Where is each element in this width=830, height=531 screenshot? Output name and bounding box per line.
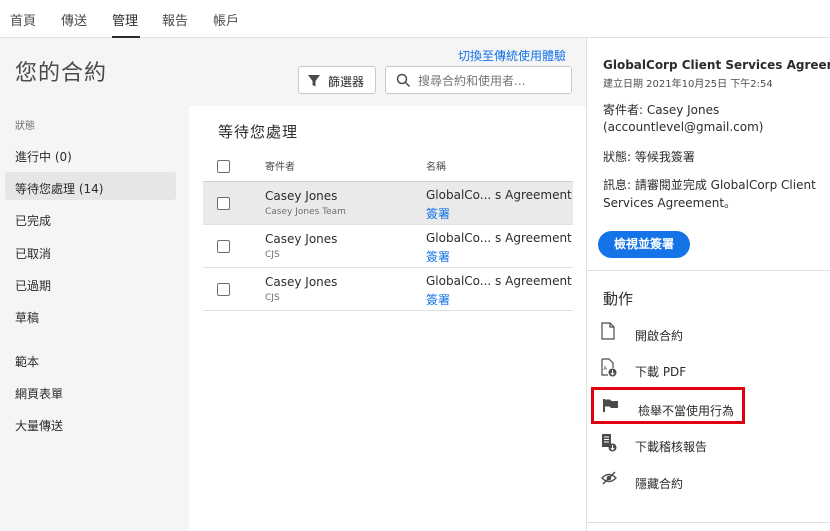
filter-button[interactable]: 篩選器: [298, 66, 376, 94]
column-header-sender: 寄件者: [265, 162, 295, 173]
row-agreement-name: GlobalCo... s Agreement: [426, 188, 572, 202]
row-sign-link[interactable]: 簽署: [426, 248, 450, 265]
row-sender-team: Casey Jones Team: [265, 207, 346, 217]
action-label: 下載稽核報告: [635, 440, 708, 454]
search-input[interactable]: [418, 72, 568, 90]
row-sign-link[interactable]: 簽署: [426, 291, 450, 308]
detail-divider: [586, 270, 830, 271]
created-date: 建立日期 2021年10月25日 下午2:54: [603, 79, 773, 90]
top-navigation: 首頁 傳送 管理 報告 帳戶: [0, 0, 830, 38]
switch-classic-link[interactable]: 切換至傳統使用體驗: [458, 47, 566, 64]
row-sender-team: CJS: [265, 293, 280, 303]
panel-bottom-divider: [586, 522, 830, 523]
tab-home[interactable]: 首頁: [10, 10, 36, 29]
sender-email: (accountlevel@gmail.com): [603, 120, 764, 134]
filter-icon: [308, 75, 320, 87]
page-title: 您的合約: [15, 61, 108, 86]
search-box[interactable]: [385, 66, 572, 94]
hide-eye-icon: [601, 471, 617, 485]
sidebar-item-mega-sign[interactable]: 大量傳送: [15, 417, 63, 434]
row-checkbox[interactable]: [217, 283, 230, 296]
list-title: 等待您處理: [218, 123, 299, 141]
highlight-box: [591, 387, 745, 424]
action-label: 開啟合約: [635, 329, 684, 343]
sidebar-item-canceled[interactable]: 已取消: [15, 245, 51, 262]
tab-send[interactable]: 傳送: [61, 10, 87, 29]
row-sender: Casey Jones: [265, 275, 338, 289]
view-and-sign-button[interactable]: 檢視並簽署: [598, 231, 690, 258]
status-heading: 狀態: [15, 121, 35, 132]
row-sender-team: CJS: [265, 250, 280, 260]
select-all-checkbox[interactable]: [217, 160, 230, 173]
table-row[interactable]: Casey Jones Casey Jones Team GlobalCo...…: [203, 182, 573, 225]
status-text: 狀態: 等候我簽署: [603, 150, 695, 164]
sidebar-item-expired[interactable]: 已過期: [15, 277, 51, 294]
sidebar-item-drafts[interactable]: 草稿: [15, 309, 39, 326]
row-agreement-name: GlobalCo... s Agreement: [426, 231, 572, 245]
svg-text:A: A: [604, 366, 608, 372]
filter-label: 篩選器: [328, 75, 365, 89]
sidebar-item-in-progress[interactable]: 進行中 (0): [15, 148, 72, 165]
tab-manage[interactable]: 管理: [112, 10, 138, 29]
row-checkbox[interactable]: [217, 240, 230, 253]
sidebar-item-web-forms[interactable]: 網頁表單: [15, 385, 63, 402]
message-line-1: 訊息: 請審閱並完成 GlobalCorp Client: [603, 178, 816, 192]
download-pdf-icon: A: [601, 358, 617, 377]
audit-report-icon: [602, 434, 617, 452]
sidebar-item-completed[interactable]: 已完成: [15, 212, 51, 229]
sidebar-item-waiting-for-you[interactable]: 等待您處理 (14): [15, 180, 103, 197]
sender-info: 寄件者: Casey Jones: [603, 103, 720, 117]
table-row[interactable]: Casey Jones CJS GlobalCo... s Agreement …: [203, 225, 573, 268]
action-label: 下載 PDF: [635, 365, 687, 379]
action-label: 隱藏合約: [635, 477, 684, 491]
table-row[interactable]: Casey Jones CJS GlobalCo... s Agreement …: [203, 268, 573, 311]
row-sender: Casey Jones: [265, 189, 338, 203]
agreement-list-panel: [189, 106, 586, 531]
agreement-title: GlobalCorp Client Services Agreement: [603, 58, 830, 72]
message-line-2: Services Agreement。: [603, 196, 737, 210]
row-agreement-name: GlobalCo... s Agreement: [426, 274, 572, 288]
actions-heading: 動作: [603, 290, 634, 308]
row-sign-link[interactable]: 簽署: [426, 205, 450, 222]
row-sender: Casey Jones: [265, 232, 338, 246]
tab-reports[interactable]: 報告: [162, 10, 188, 29]
column-header-name: 名稱: [426, 162, 446, 173]
row-checkbox[interactable]: [217, 197, 230, 210]
sidebar-item-templates[interactable]: 範本: [15, 353, 39, 370]
tab-account[interactable]: 帳戶: [213, 10, 239, 29]
search-icon: [396, 73, 411, 88]
document-icon: [601, 322, 615, 340]
